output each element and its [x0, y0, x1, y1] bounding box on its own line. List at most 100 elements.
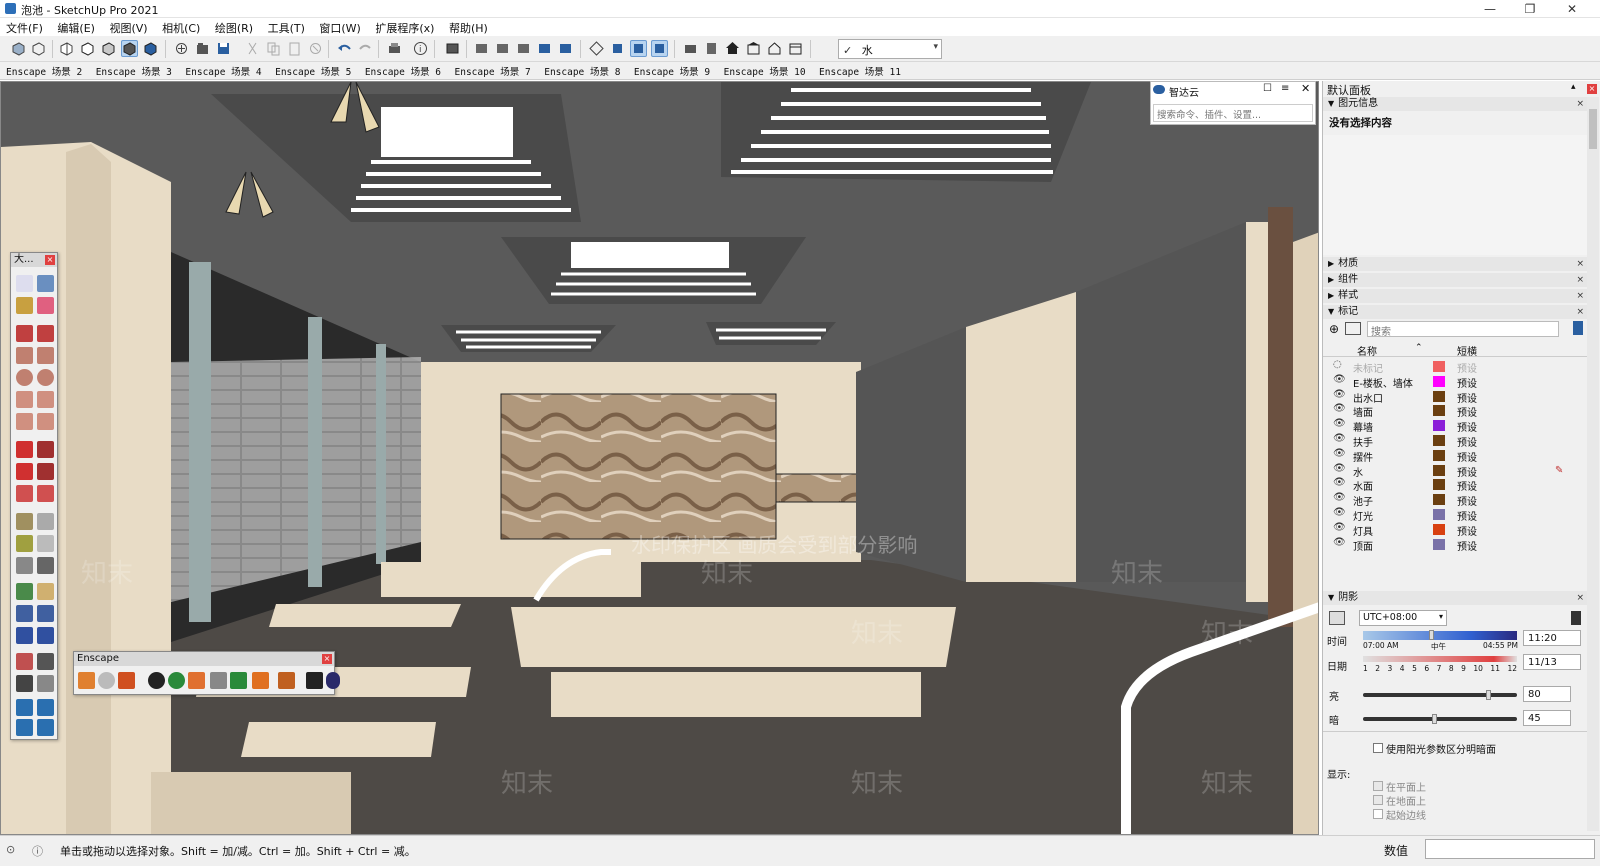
- tag-dash[interactable]: 预设: [1457, 404, 1477, 419]
- close-window-button[interactable]: ✕: [1552, 1, 1592, 17]
- visibility-eye-icon[interactable]: 👁: [1333, 374, 1346, 385]
- section-fill-icon[interactable]: [651, 40, 668, 57]
- stamp-tool-icon[interactable]: [37, 719, 54, 736]
- light-input[interactable]: 80: [1523, 686, 1571, 702]
- date-slider[interactable]: [1363, 656, 1517, 662]
- tag-dash[interactable]: 预设: [1457, 434, 1477, 449]
- follow-me-icon[interactable]: [37, 463, 54, 480]
- upload-icon[interactable]: [230, 672, 247, 689]
- checkerboard-icon[interactable]: [210, 672, 227, 689]
- tag-color-swatch[interactable]: [1433, 405, 1445, 417]
- tag-row[interactable]: 👁 E-楼板、墙体 预设: [1323, 374, 1587, 390]
- zhidayun-search-input[interactable]: 搜索命令、插件、设置...: [1153, 104, 1313, 122]
- minimize-button[interactable]: —: [1470, 1, 1510, 17]
- tag-dash[interactable]: 预设: [1457, 523, 1477, 538]
- section-cuts-icon[interactable]: [630, 40, 647, 57]
- menu-camera[interactable]: 相机(C): [156, 18, 205, 36]
- axes-tool-icon[interactable]: [16, 557, 33, 574]
- info-icon[interactable]: ⓘ: [32, 843, 43, 859]
- tag-row[interactable]: ◌ 未标记 预设: [1323, 359, 1587, 375]
- scene-tab[interactable]: Enscape 场景 8: [538, 62, 624, 78]
- rotate-tool-icon[interactable]: [16, 463, 33, 480]
- visibility-eye-icon[interactable]: 👁: [1333, 433, 1346, 444]
- entity-info-header[interactable]: ▼ 图元信息 ×: [1323, 97, 1587, 111]
- top-view-icon[interactable]: [494, 40, 511, 57]
- dark-input[interactable]: 45: [1523, 710, 1571, 726]
- open-file-icon[interactable]: [194, 40, 211, 57]
- close-icon[interactable]: ✕: [1301, 82, 1310, 95]
- walk-tool-icon[interactable]: [16, 675, 33, 692]
- tag-color-swatch[interactable]: [1433, 494, 1445, 506]
- shadow-details-icon[interactable]: [1571, 611, 1581, 625]
- tag-dash[interactable]: 预设: [1457, 419, 1477, 434]
- sandbox-contours-icon[interactable]: [16, 699, 33, 716]
- undo-icon[interactable]: [336, 40, 353, 57]
- shaded-style-icon[interactable]: [100, 40, 117, 57]
- menu-tools[interactable]: 工具(T): [262, 18, 310, 36]
- visibility-eye-icon[interactable]: 👁: [1333, 448, 1346, 459]
- tag-row[interactable]: 👁 出水口 预设: [1323, 389, 1587, 405]
- date-input[interactable]: 11/13: [1523, 654, 1581, 670]
- time-slider-thumb[interactable]: [1429, 630, 1435, 640]
- visibility-eye-icon[interactable]: 👁: [1333, 507, 1346, 518]
- two-point-arc-icon[interactable]: [37, 391, 54, 408]
- tag-color-swatch[interactable]: [1433, 509, 1445, 520]
- close-icon[interactable]: ×: [45, 255, 55, 265]
- tag-color-swatch[interactable]: [1433, 420, 1445, 432]
- tag-color-swatch[interactable]: [1433, 538, 1445, 550]
- erase-icon[interactable]: [307, 40, 324, 57]
- tag-dash[interactable]: 预设: [1457, 493, 1477, 508]
- wireframe-style-icon[interactable]: [58, 40, 75, 57]
- section-plane-icon[interactable]: [588, 40, 605, 57]
- tag-row[interactable]: 👁 幕墙 预设: [1323, 418, 1587, 434]
- sandbox-scratch-icon[interactable]: [37, 699, 54, 716]
- tag-row[interactable]: 👁 摆件 预设: [1323, 448, 1587, 464]
- push-pull-icon[interactable]: [37, 441, 54, 458]
- copy-icon[interactable]: [265, 40, 282, 57]
- visibility-eye-icon[interactable]: 👁: [1333, 537, 1346, 548]
- select-tool-icon[interactable]: [16, 275, 33, 292]
- materials-header[interactable]: ▶ 材质 ×: [1323, 257, 1587, 271]
- back-view-icon[interactable]: [557, 40, 574, 57]
- tag-color-swatch[interactable]: [1433, 390, 1445, 402]
- tag-row[interactable]: 👁 水 预设: [1323, 463, 1587, 479]
- eraser-icon[interactable]: [37, 297, 54, 314]
- print-icon[interactable]: [386, 40, 403, 57]
- scene-tab[interactable]: Enscape 场景 5: [269, 62, 355, 78]
- light-slider-thumb[interactable]: [1486, 690, 1492, 700]
- new-file-icon[interactable]: [173, 40, 190, 57]
- rotated-rectangle-icon[interactable]: [37, 347, 54, 364]
- text-tool-icon[interactable]: [37, 535, 54, 552]
- tag-color-swatch[interactable]: [1433, 464, 1445, 476]
- tag-dash[interactable]: 预设: [1457, 508, 1477, 523]
- scene-tab[interactable]: Enscape 场景 4: [179, 62, 265, 78]
- scene-tab[interactable]: Enscape 场景 6: [359, 62, 445, 78]
- save-icon[interactable]: [215, 40, 232, 57]
- arc-tool-icon[interactable]: [16, 391, 33, 408]
- scene-tab[interactable]: Enscape 场景 3: [90, 62, 176, 78]
- enscape-start-icon[interactable]: [78, 672, 95, 689]
- tag-row[interactable]: 👁 扶手 预设: [1323, 433, 1587, 449]
- add-tag-icon[interactable]: ⊕: [1329, 322, 1339, 336]
- asset-library-icon[interactable]: [168, 672, 185, 689]
- protractor-icon[interactable]: [16, 535, 33, 552]
- circle-tool-icon[interactable]: [16, 369, 33, 386]
- model-viewport[interactable]: 水印保护区 画质会受到部分影响 知末 知末 知末 知末 知末 知末 知末 知末: [0, 81, 1319, 835]
- tag-color-swatch[interactable]: [1433, 479, 1445, 491]
- dark-slider-thumb[interactable]: [1432, 714, 1438, 724]
- live-update-icon[interactable]: [98, 672, 115, 689]
- material-editor-icon[interactable]: [188, 672, 205, 689]
- maximize-button[interactable]: ❐: [1510, 1, 1550, 17]
- visibility-eye-icon[interactable]: 👁: [1333, 522, 1346, 533]
- on-ground-checkbox[interactable]: [1373, 795, 1383, 805]
- xray-style-icon[interactable]: [10, 40, 27, 57]
- right-view-icon[interactable]: [536, 40, 553, 57]
- scene-tab[interactable]: Enscape 场景 10: [718, 62, 810, 78]
- previous-view-icon[interactable]: [37, 627, 54, 644]
- tag-color-swatch[interactable]: [1433, 361, 1445, 372]
- dimension-tool-icon[interactable]: [37, 513, 54, 530]
- tag-row[interactable]: 👁 水面 预设: [1323, 477, 1587, 493]
- pie-tool-icon[interactable]: [37, 413, 54, 430]
- menu-edit[interactable]: 编辑(E): [51, 18, 100, 36]
- freehand-tool-icon[interactable]: [37, 325, 54, 342]
